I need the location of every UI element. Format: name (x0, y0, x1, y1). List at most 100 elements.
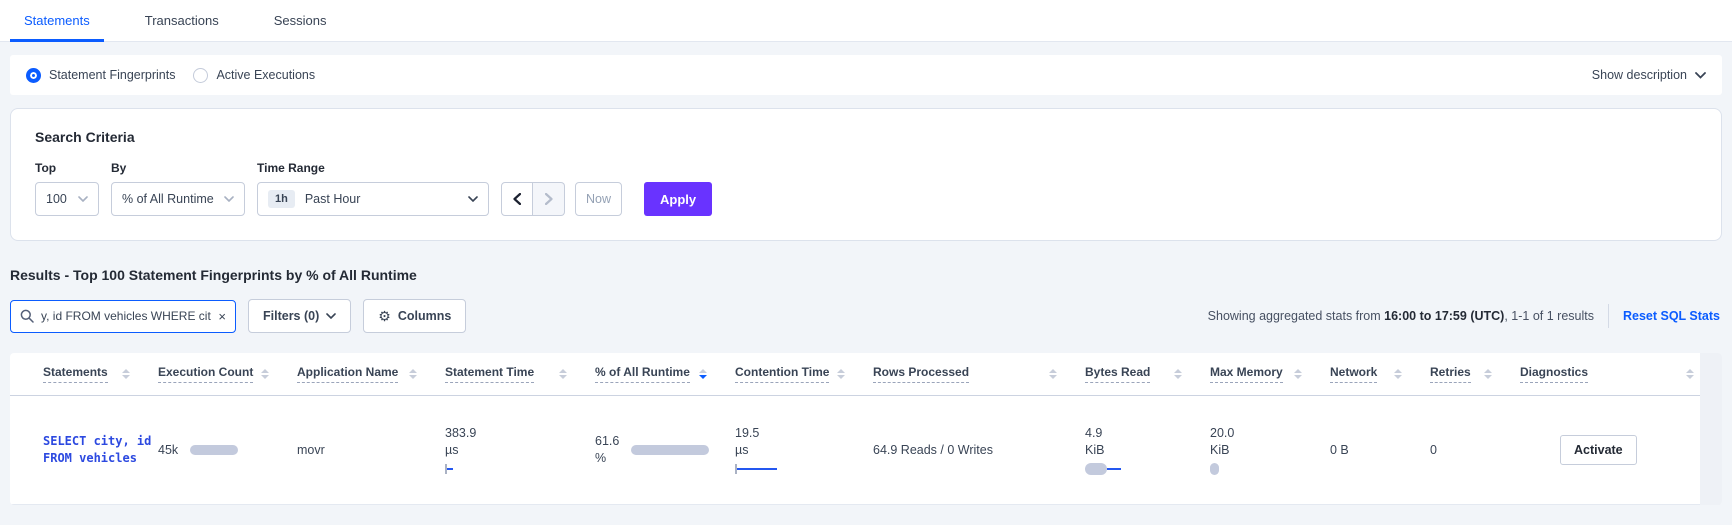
top-label: Top (35, 161, 57, 175)
chevron-down-icon (468, 196, 478, 202)
sort-icon[interactable] (1394, 369, 1402, 379)
cell-statement-time: 383.9 µs (445, 425, 595, 475)
column-header-bytes-read[interactable]: Bytes Read (1085, 365, 1210, 383)
chevron-left-icon (513, 193, 521, 205)
cell-runtime: 61.6 % (595, 433, 735, 467)
statement-time-bar (445, 463, 595, 475)
sort-icon[interactable] (699, 369, 707, 379)
by-label: By (111, 161, 127, 175)
column-header-retries[interactable]: Retries (1430, 365, 1520, 383)
cell-execution-count: 45k (158, 443, 297, 457)
filters-button[interactable]: Filters (0) (248, 299, 352, 333)
gear-icon: ⚙ (378, 307, 391, 324)
column-header-network[interactable]: Network (1330, 365, 1430, 383)
search-criteria-controls: Top 100 By % of All Runtime Time Range 1… (35, 161, 1697, 216)
search-input-value: y, id FROM vehicles WHERE city = $1 (41, 309, 211, 323)
columns-button[interactable]: ⚙ Columns (363, 299, 467, 333)
top-group: Top 100 (35, 161, 99, 216)
now-button[interactable]: Now (575, 182, 623, 216)
previous-interval-button[interactable] (501, 182, 533, 216)
max-memory-bar (1210, 463, 1330, 475)
top-select[interactable]: 100 (35, 182, 99, 216)
time-range-badge: 1h (268, 190, 295, 208)
time-range-group: Time Range 1h Past Hour (257, 161, 489, 216)
column-header-application-name[interactable]: Application Name (297, 365, 445, 383)
cell-rows-processed: 64.9 Reads / 0 Writes (873, 443, 993, 457)
column-header-max-memory[interactable]: Max Memory (1210, 365, 1330, 383)
bytes-read-bar (1085, 463, 1210, 475)
view-toggle-card: Statement Fingerprints Active Executions… (10, 55, 1722, 95)
radio-active-executions[interactable]: Active Executions (193, 67, 316, 83)
time-range-label: Time Range (257, 161, 325, 175)
cell-application-name: movr (297, 443, 325, 457)
cell-statement: SELECT city, id FROM vehicles (43, 433, 158, 467)
reset-sql-stats-link[interactable]: Reset SQL Stats (1623, 309, 1720, 323)
page-body: Statement Fingerprints Active Executions… (0, 42, 1732, 505)
cell-network: 0 B (1330, 443, 1349, 457)
radio-label: Statement Fingerprints (49, 68, 176, 82)
apply-button[interactable]: Apply (644, 182, 713, 216)
show-description-label: Show description (1591, 68, 1687, 82)
statement-fingerprint-link[interactable]: SELECT city, id (43, 433, 158, 450)
column-header-execution-count[interactable]: Execution Count (158, 365, 297, 383)
sort-icon[interactable] (261, 369, 269, 379)
column-header-rows-processed[interactable]: Rows Processed (873, 365, 1085, 383)
search-criteria-title: Search Criteria (35, 129, 135, 145)
tab-transactions[interactable]: Transactions (131, 0, 233, 41)
by-select-value: % of All Runtime (122, 192, 214, 206)
by-group: By % of All Runtime (111, 161, 245, 216)
contention-time-bar (735, 463, 873, 475)
clear-search-icon[interactable]: × (218, 310, 226, 323)
sort-icon[interactable] (1049, 369, 1057, 379)
time-range-value: Past Hour (304, 192, 361, 206)
column-header-diagnostics[interactable]: Diagnostics (1520, 365, 1722, 383)
search-criteria-card: Search Criteria Top 100 By % of All Runt… (10, 108, 1722, 241)
chevron-down-icon (1695, 71, 1706, 79)
sort-icon[interactable] (559, 369, 567, 379)
by-select[interactable]: % of All Runtime (111, 182, 245, 216)
columns-button-label: Columns (397, 309, 452, 323)
sort-icon[interactable] (409, 369, 417, 379)
search-icon (20, 309, 34, 323)
radio-statement-fingerprints[interactable]: Statement Fingerprints (26, 67, 176, 83)
statement-fingerprint-link[interactable]: FROM vehicles (43, 450, 158, 467)
column-header-statements[interactable]: Statements (43, 365, 158, 383)
cell-contention-time: 19.5 µs (735, 425, 873, 475)
chevron-down-icon (78, 196, 88, 202)
divider (1607, 304, 1609, 328)
filters-button-label: Filters (0) (263, 309, 320, 323)
sort-icon[interactable] (1174, 369, 1182, 379)
cell-bytes-read: 4.9 KiB (1085, 425, 1210, 475)
aggregated-stats-note: Showing aggregated stats from 16:00 to 1… (1207, 309, 1594, 323)
column-header-statement-time[interactable]: Statement Time (445, 365, 595, 383)
tab-statements[interactable]: Statements (10, 0, 104, 42)
sort-icon[interactable] (1686, 369, 1694, 379)
stats-time-range: 16:00 to 17:59 (UTC) (1384, 309, 1505, 323)
column-header-contention-time[interactable]: Contention Time (735, 365, 873, 383)
filter-row: y, id FROM vehicles WHERE city = $1 × Fi… (10, 299, 1722, 333)
radio-label: Active Executions (216, 68, 316, 82)
time-step-buttons (501, 182, 565, 216)
sort-icon[interactable] (837, 369, 845, 379)
show-description-toggle[interactable]: Show description (1592, 68, 1706, 82)
table-row: SELECT city, id FROM vehicles 45k movr 3… (10, 396, 1722, 505)
top-tab-bar: Statements Transactions Sessions (0, 0, 1732, 42)
statements-table-card: Statements Execution Count Application N… (10, 353, 1722, 505)
activate-diagnostics-button[interactable]: Activate (1560, 435, 1637, 465)
radio-unselected-icon[interactable] (193, 67, 209, 83)
sort-icon[interactable] (122, 369, 130, 379)
column-header-runtime[interactable]: % of All Runtime (595, 365, 735, 383)
sort-icon[interactable] (1484, 369, 1492, 379)
cell-retries: 0 (1430, 443, 1437, 457)
time-range-select[interactable]: 1h Past Hour (257, 182, 489, 216)
chevron-right-icon (544, 193, 553, 205)
chevron-down-icon (224, 196, 234, 202)
search-input[interactable]: y, id FROM vehicles WHERE city = $1 × (10, 299, 236, 333)
sort-icon[interactable] (1294, 369, 1302, 379)
chevron-down-icon (326, 313, 337, 319)
tab-sessions[interactable]: Sessions (260, 0, 341, 41)
scrollbar-track[interactable] (1700, 353, 1722, 505)
radio-selected-icon[interactable] (26, 67, 41, 83)
next-interval-button[interactable] (533, 182, 565, 216)
cell-max-memory: 20.0 KiB (1210, 425, 1330, 475)
